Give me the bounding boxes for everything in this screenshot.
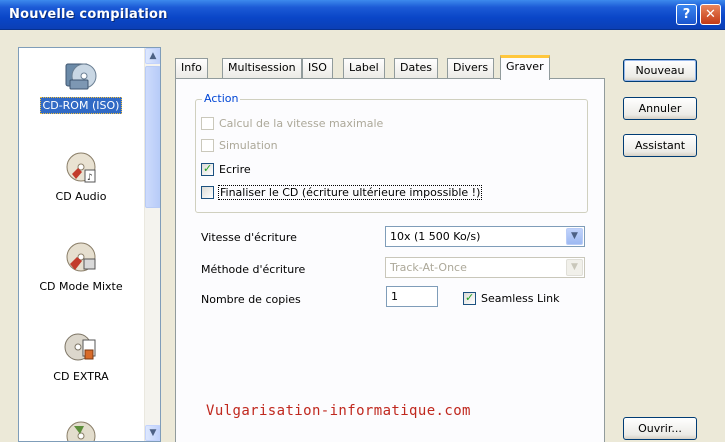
help-button[interactable]: ? [676, 4, 697, 25]
new-button[interactable]: Nouveau [623, 59, 697, 82]
list-item-cd-rom-iso[interactable]: CD-ROM (ISO) [19, 56, 143, 114]
copies-label: Nombre de copies [201, 293, 301, 306]
copies-value: 1 [391, 290, 398, 303]
write-method-select[interactable]: Track-At-Once ▼ [385, 257, 585, 278]
compilation-type-list[interactable]: CD-ROM (ISO) ♪ CD Audio CD Mode Mixte CD… [18, 47, 161, 442]
wizard-button[interactable]: Assistant [623, 134, 697, 157]
cd-mixed-mode-icon [66, 242, 96, 272]
list-item-partial[interactable] [19, 414, 143, 441]
tab-iso[interactable]: ISO [302, 58, 333, 78]
chevron-down-icon[interactable]: ▼ [566, 228, 583, 245]
tab-graver[interactable]: Graver [500, 55, 550, 80]
cd-partial-icon [66, 421, 96, 441]
close-button[interactable]: ✕ [700, 4, 721, 25]
list-item-cd-audio[interactable]: ♪ CD Audio [19, 148, 143, 204]
tab-divers[interactable]: Divers [447, 58, 495, 78]
checkbox-label: Seamless Link [481, 292, 560, 305]
list-item-label: CD-ROM (ISO) [39, 97, 123, 114]
scroll-down-button[interactable]: ▼ [145, 425, 160, 441]
list-item-cd-extra[interactable]: CD EXTRA [19, 328, 143, 384]
cd-audio-icon: ♪ [66, 152, 96, 183]
window-title: Nouvelle compilation [9, 7, 168, 22]
sidebar-scrollbar[interactable]: ▲ ▼ [144, 48, 160, 441]
scroll-up-button[interactable]: ▲ [145, 48, 160, 64]
write-speed-select[interactable]: 10x (1 500 Ko/s) ▼ [385, 226, 585, 247]
checkbox-label: Finaliser le CD (écriture ultérieure imp… [217, 185, 483, 200]
copies-input[interactable]: 1 [386, 286, 438, 307]
checkbox-box[interactable] [463, 291, 476, 305]
checkbox-box[interactable] [201, 186, 214, 199]
list-item-label: CD Mode Mixte [39, 280, 123, 293]
action-group-legend: Action [202, 92, 241, 105]
cancel-button[interactable]: Annuler [623, 97, 697, 120]
title-bar[interactable]: Nouvelle compilation ? ✕ [0, 0, 725, 30]
write-method-value: Track-At-Once [390, 261, 467, 274]
tab-info[interactable]: Info [175, 58, 208, 78]
list-item-label: CD EXTRA [53, 370, 109, 383]
checkbox-box[interactable] [201, 162, 214, 176]
write-speed-label: Vitesse d'écriture [201, 231, 297, 244]
tab-label[interactable]: Label [343, 58, 385, 78]
list-item-label: CD Audio [55, 190, 107, 203]
svg-text:♪: ♪ [87, 173, 93, 183]
tab-multisession[interactable]: Multisession [222, 58, 302, 78]
cd-extra-icon [64, 333, 96, 361]
write-method-label: Méthode d'écriture [201, 263, 306, 276]
write-speed-value: 10x (1 500 Ko/s) [390, 230, 481, 243]
chevron-down-icon: ▼ [566, 259, 583, 276]
tab-dates[interactable]: Dates [394, 58, 439, 78]
scroll-thumb[interactable] [145, 66, 160, 208]
open-button[interactable]: Ouvrir... [623, 417, 697, 440]
checkbox-box[interactable] [201, 117, 214, 130]
cd-rom-iso-icon [65, 63, 97, 90]
checkbox-label: Simulation [219, 139, 278, 152]
list-item-cd-mode-mixte[interactable]: CD Mode Mixte [19, 238, 143, 294]
checkbox-label: Calcul de la vitesse maximale [219, 117, 384, 130]
checkbox-box[interactable] [201, 139, 214, 152]
watermark-text: Vulgarisation-informatique.com [206, 403, 471, 419]
checkbox-label: Ecrire [219, 163, 251, 176]
